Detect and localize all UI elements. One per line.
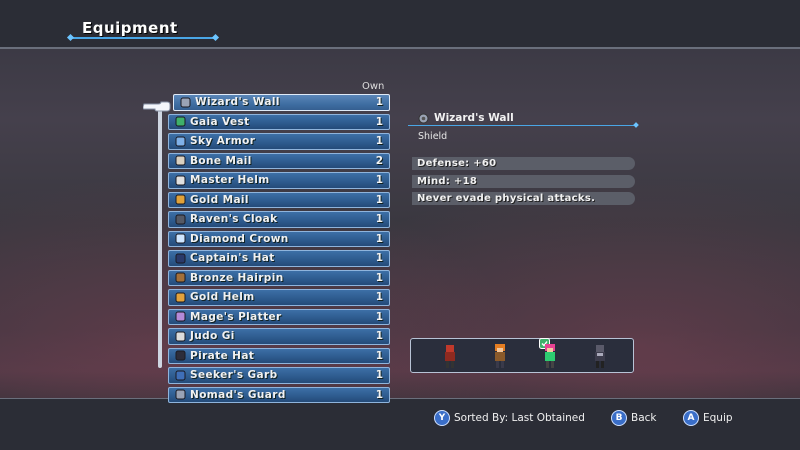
item-count: 1	[375, 96, 383, 109]
a-button-icon: A	[683, 410, 699, 426]
item-name: Wizard's Wall	[195, 96, 280, 109]
title-underline	[70, 37, 216, 39]
equipment-row[interactable]: Bone Mail 2	[168, 152, 390, 169]
stat-defense: Defense: +60	[412, 157, 635, 170]
detail-item-type: Shield	[418, 131, 448, 142]
back-label: Back	[631, 412, 657, 424]
detail-item-name: Wizard's Wall	[434, 112, 514, 124]
equipment-list: Wizard's Wall 1 Gaia Vest 1 Sky Armor 1 Bone M…	[168, 94, 390, 406]
item-name: Nomad's Guard	[190, 388, 286, 401]
own-column-header: Own	[362, 81, 385, 92]
item-name: Pirate Hat	[190, 349, 255, 362]
y-button-icon: Y	[434, 410, 450, 426]
item-count: 1	[375, 213, 383, 226]
sort-label: Sorted By: Last Obtained	[454, 412, 585, 424]
item-count: 1	[375, 232, 383, 245]
mail-icon	[175, 194, 186, 205]
shield-round-icon	[418, 113, 429, 124]
item-count: 1	[375, 193, 383, 206]
helm-icon	[175, 175, 186, 186]
party-member-3[interactable]	[541, 343, 559, 369]
back-hint[interactable]: B Back	[611, 410, 657, 426]
item-name: Gaia Vest	[190, 115, 250, 128]
b-button-icon: B	[611, 410, 627, 426]
mail-icon	[175, 155, 186, 166]
item-count: 1	[375, 388, 383, 401]
page-title: Equipment	[82, 19, 178, 37]
equipment-row[interactable]: Captain's Hat 1	[168, 250, 390, 267]
gi-icon	[175, 331, 186, 342]
guard-icon	[175, 389, 186, 400]
background-scene	[0, 49, 800, 399]
equip-hint[interactable]: A Equip	[683, 410, 733, 426]
armor-icon	[175, 136, 186, 147]
equipment-row[interactable]: Gaia Vest 1	[168, 113, 390, 130]
footer-bar	[0, 399, 800, 450]
cloak-icon	[175, 214, 186, 225]
item-name: Gold Mail	[190, 193, 249, 206]
item-count: 1	[375, 369, 383, 382]
hat-icon	[175, 350, 186, 361]
stat-mind: Mind: +18	[412, 175, 635, 188]
item-count: 1	[375, 135, 383, 148]
item-name: Judo Gi	[190, 330, 235, 343]
platter-icon	[175, 311, 186, 322]
hairpin-icon	[175, 272, 186, 283]
equipment-row[interactable]: Pirate Hat 1	[168, 347, 390, 364]
item-count: 1	[375, 271, 383, 284]
item-name: Bronze Hairpin	[190, 271, 284, 284]
item-name: Master Helm	[190, 174, 270, 187]
item-count: 2	[375, 154, 383, 167]
item-count: 1	[375, 115, 383, 128]
equipment-row[interactable]: Seeker's Garb 1	[168, 367, 390, 384]
item-count: 1	[375, 349, 383, 362]
item-name: Seeker's Garb	[190, 369, 278, 382]
vest-icon	[175, 116, 186, 127]
item-name: Mage's Platter	[190, 310, 282, 323]
item-name: Raven's Cloak	[190, 213, 278, 226]
item-count: 1	[375, 291, 383, 304]
item-name: Gold Helm	[190, 291, 255, 304]
stat-effect: Never evade physical attacks.	[412, 192, 635, 205]
equipment-row[interactable]: Raven's Cloak 1	[168, 211, 390, 228]
equipment-row[interactable]: Gold Mail 1	[168, 191, 390, 208]
detail-header: Wizard's Wall	[418, 112, 514, 124]
equip-label: Equip	[703, 412, 733, 424]
garb-icon	[175, 370, 186, 381]
party-member-2[interactable]	[491, 343, 509, 369]
sort-hint[interactable]: Y Sorted By: Last Obtained	[434, 410, 585, 426]
equipment-row[interactable]: Sky Armor 1	[168, 133, 390, 150]
item-count: 1	[375, 310, 383, 323]
helm-icon	[175, 292, 186, 303]
crown-icon	[175, 233, 186, 244]
item-count: 1	[375, 252, 383, 265]
item-name: Captain's Hat	[190, 252, 275, 265]
item-name: Bone Mail	[190, 154, 252, 167]
party-member-1[interactable]	[441, 343, 459, 369]
party-panel	[410, 338, 634, 373]
shield-round-icon	[180, 97, 191, 108]
equipment-row[interactable]: Nomad's Guard 1	[168, 386, 390, 403]
item-count: 1	[375, 330, 383, 343]
item-name: Sky Armor	[190, 135, 256, 148]
equipment-row[interactable]: Gold Helm 1	[168, 289, 390, 306]
equipment-row[interactable]: Mage's Platter 1	[168, 308, 390, 325]
party-member-4[interactable]	[591, 343, 609, 369]
item-name: Diamond Crown	[190, 232, 289, 245]
list-scrollbar[interactable]	[158, 104, 162, 368]
hat-icon	[175, 253, 186, 264]
equipment-row[interactable]: Wizard's Wall 1	[173, 94, 390, 111]
equipment-row[interactable]: Bronze Hairpin 1	[168, 269, 390, 286]
detail-divider	[408, 125, 636, 126]
equipment-row[interactable]: Master Helm 1	[168, 172, 390, 189]
equipment-row[interactable]: Judo Gi 1	[168, 328, 390, 345]
equipment-row[interactable]: Diamond Crown 1	[168, 230, 390, 247]
item-count: 1	[375, 174, 383, 187]
